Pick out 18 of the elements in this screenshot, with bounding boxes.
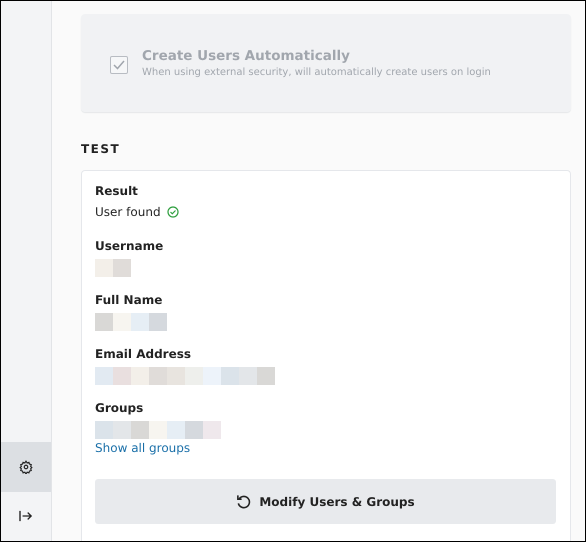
redacted-value xyxy=(95,313,167,331)
section-heading: TEST xyxy=(81,142,122,156)
field-label: Full Name xyxy=(95,293,164,307)
modify-button[interactable]: Modify Users & Groups xyxy=(95,479,556,524)
undo-icon xyxy=(236,494,252,509)
field-label: Username xyxy=(95,239,164,253)
option-title: Create Users Automatically xyxy=(142,48,351,64)
show-all-groups-link[interactable]: Show all groups xyxy=(95,441,190,455)
settings-button[interactable] xyxy=(1,442,51,492)
option-description: When using external security, will automatically create users on login xyxy=(142,67,491,78)
settings-icon xyxy=(19,460,33,474)
checkmark-icon xyxy=(113,60,125,70)
field-label: Result xyxy=(95,184,139,198)
field-label: Email Address xyxy=(95,347,192,361)
logout-icon xyxy=(19,510,33,522)
field-label: Groups xyxy=(95,401,144,415)
result-text: User found xyxy=(95,205,161,219)
redacted-value xyxy=(95,259,131,277)
